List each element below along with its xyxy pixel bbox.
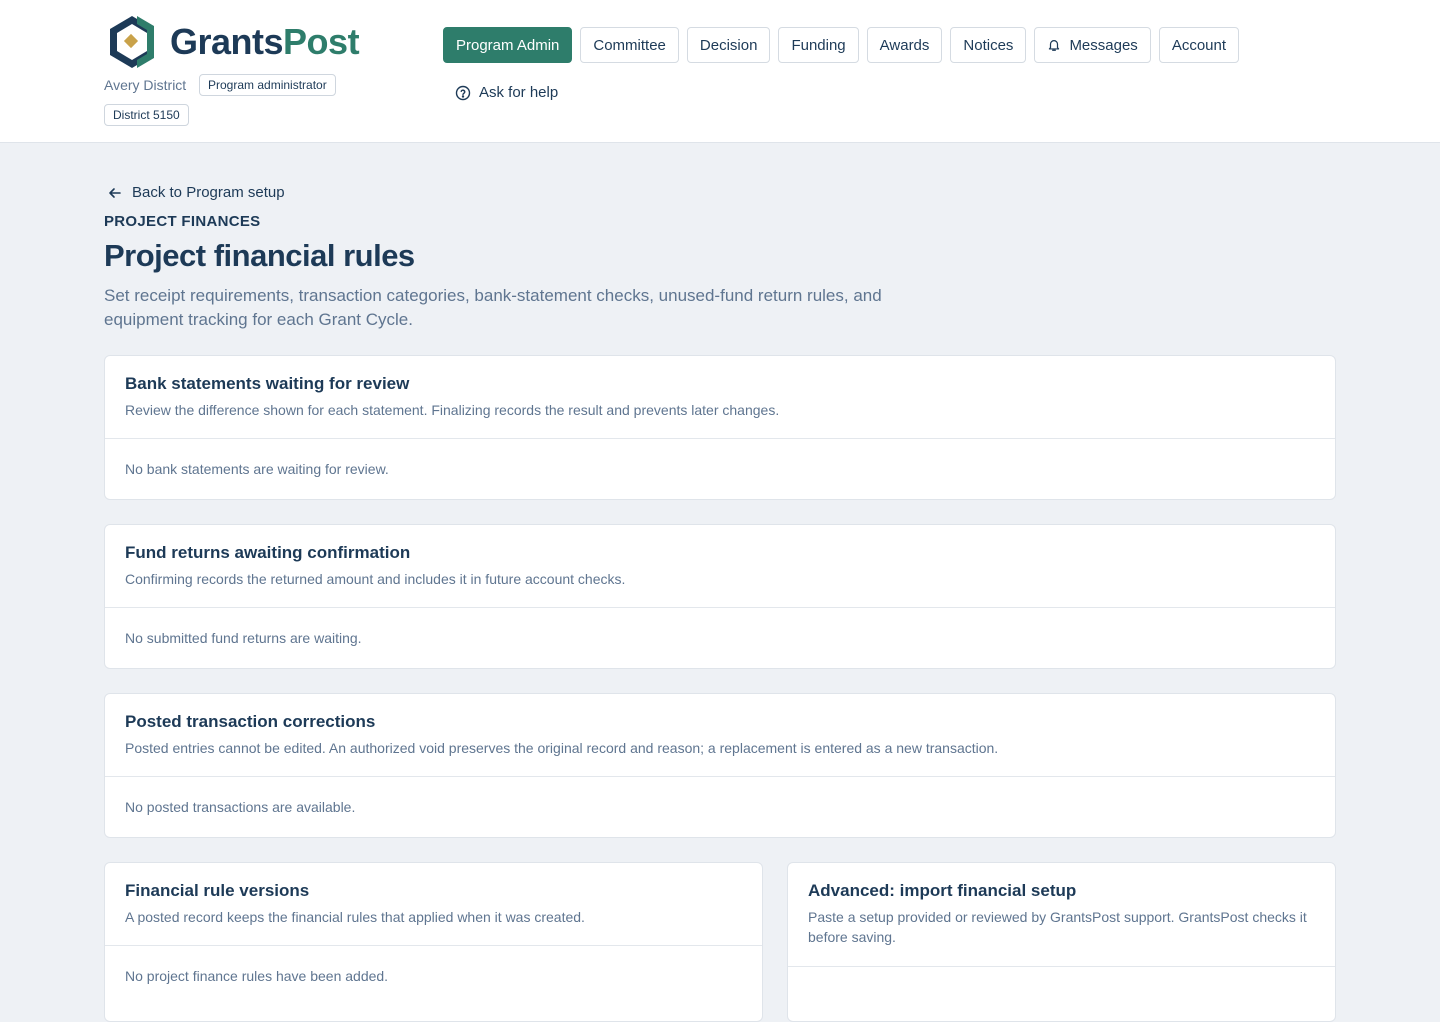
nav-notices[interactable]: Notices: [950, 27, 1027, 63]
nav-account[interactable]: Account: [1158, 27, 1240, 63]
ask-for-help-link[interactable]: Ask for help: [455, 84, 558, 101]
card-title: Posted transaction corrections: [125, 712, 376, 731]
main-nav: Program Admin Committee Decision Funding…: [443, 27, 1240, 63]
nav-awards[interactable]: Awards: [866, 27, 943, 63]
brand-name-part2: Post: [283, 21, 360, 62]
bank-statements-card: Bank statements waiting for review Revie…: [104, 355, 1336, 500]
brand-name-part1: Grants: [170, 21, 284, 62]
empty-state: No submitted fund returns are waiting.: [125, 630, 362, 646]
district-badge: District 5150: [104, 104, 189, 126]
nav-funding[interactable]: Funding: [778, 27, 859, 63]
card-description: Review the difference shown for each sta…: [125, 402, 780, 418]
rule-versions-card: Financial rule versions A posted record …: [104, 862, 763, 1022]
top-header: GrantsPost Avery District Program admini…: [0, 0, 1440, 143]
bell-icon: [1049, 40, 1060, 51]
card-description: Paste a setup provided or reviewed by Gr…: [808, 909, 1307, 945]
nav-messages-label: Messages: [1069, 36, 1138, 54]
page-subtitle: Set receipt requirements, transaction ca…: [104, 286, 882, 329]
card-description: Confirming records the returned amount a…: [125, 571, 626, 587]
logo-mark-icon: [110, 16, 154, 68]
card-header: Posted transaction corrections Posted en…: [105, 694, 1335, 777]
card-title: Advanced: import financial setup: [808, 881, 1077, 900]
arrow-left-icon: [109, 187, 121, 198]
back-link-label: Back to Program setup: [132, 184, 285, 201]
card-header: Fund returns awaiting confirmation Confi…: [105, 525, 1335, 608]
card-header: Advanced: import financial setup Paste a…: [788, 863, 1335, 967]
help-circle-icon: [455, 85, 471, 100]
empty-state: No project finance rules have been added…: [125, 968, 389, 984]
card-header: Bank statements waiting for review Revie…: [105, 356, 1335, 439]
section-eyebrow: PROJECT FINANCES: [104, 213, 261, 230]
card-title: Bank statements waiting for review: [125, 374, 410, 393]
page-title: Project financial rules: [104, 238, 415, 273]
nav-committee[interactable]: Committee: [580, 27, 679, 63]
brand-name: GrantsPost: [170, 21, 360, 62]
card-title: Fund returns awaiting confirmation: [125, 543, 411, 562]
card-header: Financial rule versions A posted record …: [105, 863, 762, 946]
transaction-corrections-card: Posted transaction corrections Posted en…: [104, 693, 1336, 838]
fund-returns-card: Fund returns awaiting confirmation Confi…: [104, 524, 1336, 669]
card-title: Financial rule versions: [125, 881, 310, 900]
import-setup-card: Advanced: import financial setup Paste a…: [787, 862, 1336, 1022]
nav-decision[interactable]: Decision: [686, 27, 771, 63]
card-description: A posted record keeps the financial rule…: [125, 909, 585, 925]
empty-state: No bank statements are waiting for revie…: [125, 461, 389, 477]
empty-state: No posted transactions are available.: [125, 799, 356, 815]
back-link[interactable]: Back to Program setup: [108, 184, 285, 201]
role-badge: Program administrator: [199, 74, 336, 96]
org-name: Avery District: [104, 77, 187, 93]
nav-messages[interactable]: Messages: [1034, 27, 1151, 63]
nav-program-admin[interactable]: Program Admin: [443, 27, 573, 63]
logo[interactable]: GrantsPost: [104, 14, 360, 70]
ask-for-help-label: Ask for help: [479, 84, 559, 101]
card-description: Posted entries cannot be edited. An auth…: [125, 740, 999, 756]
